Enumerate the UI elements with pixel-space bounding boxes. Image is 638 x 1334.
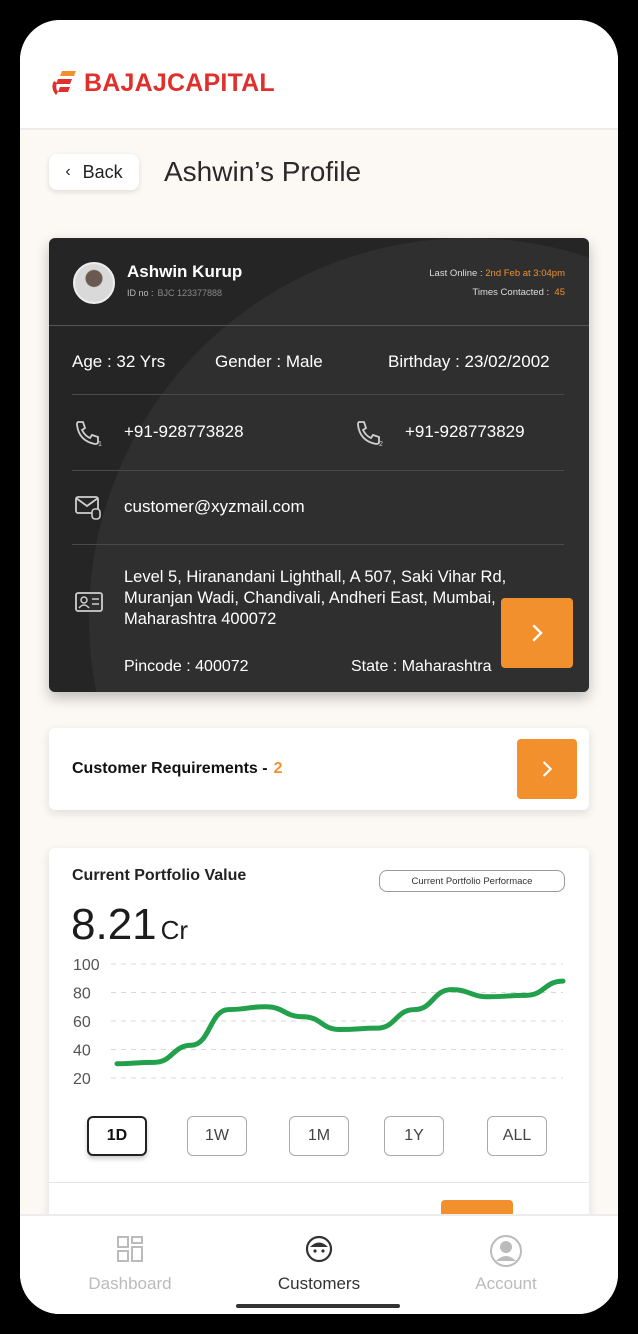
portfolio-unit: Cr <box>160 915 189 945</box>
times-contacted-value: 45 <box>554 287 565 298</box>
account-icon <box>490 1235 522 1267</box>
y-tick-label: 60 <box>73 1014 91 1031</box>
activity-info: Last Online : 2nd Feb at 3:04pm Times Co… <box>429 264 565 302</box>
phone-row: 1 +91-928773828 2 +91-928773829 <box>72 395 564 471</box>
requirements-dash: - <box>262 760 268 777</box>
phone-icon: 1 <box>76 421 102 447</box>
range-1d-button[interactable]: 1D <box>87 1116 147 1156</box>
range-selector: 1D 1W 1M 1Y ALL <box>49 1116 589 1158</box>
chevron-right-icon <box>543 761 553 777</box>
gender: Gender : Male <box>215 352 323 371</box>
svg-text:1: 1 <box>98 441 102 447</box>
nav-dashboard-label: Dashboard <box>88 1274 172 1293</box>
nav-account-label: Account <box>475 1274 537 1293</box>
back-button[interactable]: ‹ Back <box>49 154 139 190</box>
requirements-label: Customer Requirements -2 <box>72 760 283 778</box>
app-screen: BAJAJCAPITAL ‹ Back Ashwin’s Profile Ash… <box>20 20 618 1314</box>
series-line <box>114 978 566 1067</box>
phone-1[interactable]: +91-928773828 <box>124 422 244 442</box>
title-bar: ‹ Back Ashwin’s Profile <box>20 152 618 196</box>
email[interactable]: customer@xyzmail.com <box>124 497 305 517</box>
id-label: ID no : <box>127 288 154 298</box>
nav-dashboard[interactable]: Dashboard <box>50 1234 210 1294</box>
nav-customers-label: Customers <box>277 1274 361 1293</box>
last-online-value: 2nd Feb at 3:04pm <box>485 268 565 279</box>
phone-2[interactable]: +91-928773829 <box>405 422 525 442</box>
range-1m-button[interactable]: 1M <box>289 1116 349 1156</box>
page-title: Ashwin’s Profile <box>164 156 362 187</box>
portfolio-value: 8.21 Cr <box>71 900 188 950</box>
pincode: Pincode : 400072 <box>124 658 249 675</box>
customer-id: ID no : BJC 123377888 <box>127 288 222 298</box>
times-contacted-label: Times Contacted : <box>472 287 550 298</box>
nav-account[interactable]: Account <box>426 1234 586 1294</box>
range-all-button[interactable]: ALL <box>487 1116 547 1156</box>
portfolio-amount: 8.21 <box>71 900 157 949</box>
bajaj-logo-icon <box>52 71 76 95</box>
state: State : Maharashtra <box>351 658 492 675</box>
requirements-count: 2 <box>273 760 283 777</box>
mail-icon <box>75 496 101 520</box>
phone-icon: 2 <box>357 421 383 447</box>
requirements-text: Customer Requirements <box>72 760 258 777</box>
profile-header: Ashwin Kurup ID no : BJC 123377888 Last O… <box>49 238 589 326</box>
birthday: Birthday : 23/02/2002 <box>388 352 550 371</box>
age: Age : 32 Yrs <box>72 352 166 371</box>
phone-frame: BAJAJCAPITAL ‹ Back Ashwin’s Profile Ash… <box>0 0 638 1334</box>
y-tick-label: 100 <box>73 957 100 974</box>
portfolio-title: Current Portfolio Value <box>72 867 247 884</box>
requirements-button[interactable] <box>517 739 577 799</box>
divider <box>49 1182 589 1183</box>
performance-button[interactable]: Current Portfolio Performace <box>379 870 565 892</box>
y-tick-label: 80 <box>73 986 91 1003</box>
range-1y-button[interactable]: 1Y <box>384 1116 444 1156</box>
y-tick-label: 40 <box>73 1043 91 1060</box>
requirements-card[interactable]: Customer Requirements -2 <box>49 728 589 810</box>
y-tick-label: 20 <box>73 1071 91 1088</box>
chevron-left-icon: ‹ <box>65 163 71 180</box>
last-online-label: Last Online : <box>429 268 483 279</box>
brand-logo: BAJAJCAPITAL <box>48 68 275 98</box>
portfolio-chart: 100 80 60 40 20 <box>73 957 566 1088</box>
basic-info-row: Age : 32 Yrs Gender : Male Birthday : 23… <box>72 326 564 395</box>
dashboard-icon <box>117 1236 143 1262</box>
email-row: customer@xyzmail.com <box>72 471 564 545</box>
id-value: BJC 123377888 <box>157 288 223 298</box>
profile-details-button[interactable] <box>501 598 573 668</box>
nav-customers[interactable]: Customers <box>239 1234 399 1294</box>
bottom-nav: Dashboard Customers Account <box>20 1214 618 1314</box>
range-1w-button[interactable]: 1W <box>187 1116 247 1156</box>
brand-name: BAJAJCAPITAL <box>84 68 275 97</box>
home-indicator <box>236 1304 400 1308</box>
svg-text:2: 2 <box>379 441 383 447</box>
address: Level 5, Hiranandani Lighthall, A 507, S… <box>124 568 507 628</box>
customers-icon <box>305 1235 333 1263</box>
top-bar: BAJAJCAPITAL <box>20 20 618 130</box>
chevron-right-icon <box>532 624 543 642</box>
back-label: Back <box>82 161 123 182</box>
avatar <box>73 262 115 304</box>
address-row: Level 5, Hiranandani Lighthall, A 507, S… <box>72 545 564 692</box>
customer-name: Ashwin Kurup <box>127 262 243 281</box>
profile-card: Ashwin Kurup ID no : BJC 123377888 Last O… <box>49 238 589 692</box>
id-card-icon <box>75 592 103 612</box>
